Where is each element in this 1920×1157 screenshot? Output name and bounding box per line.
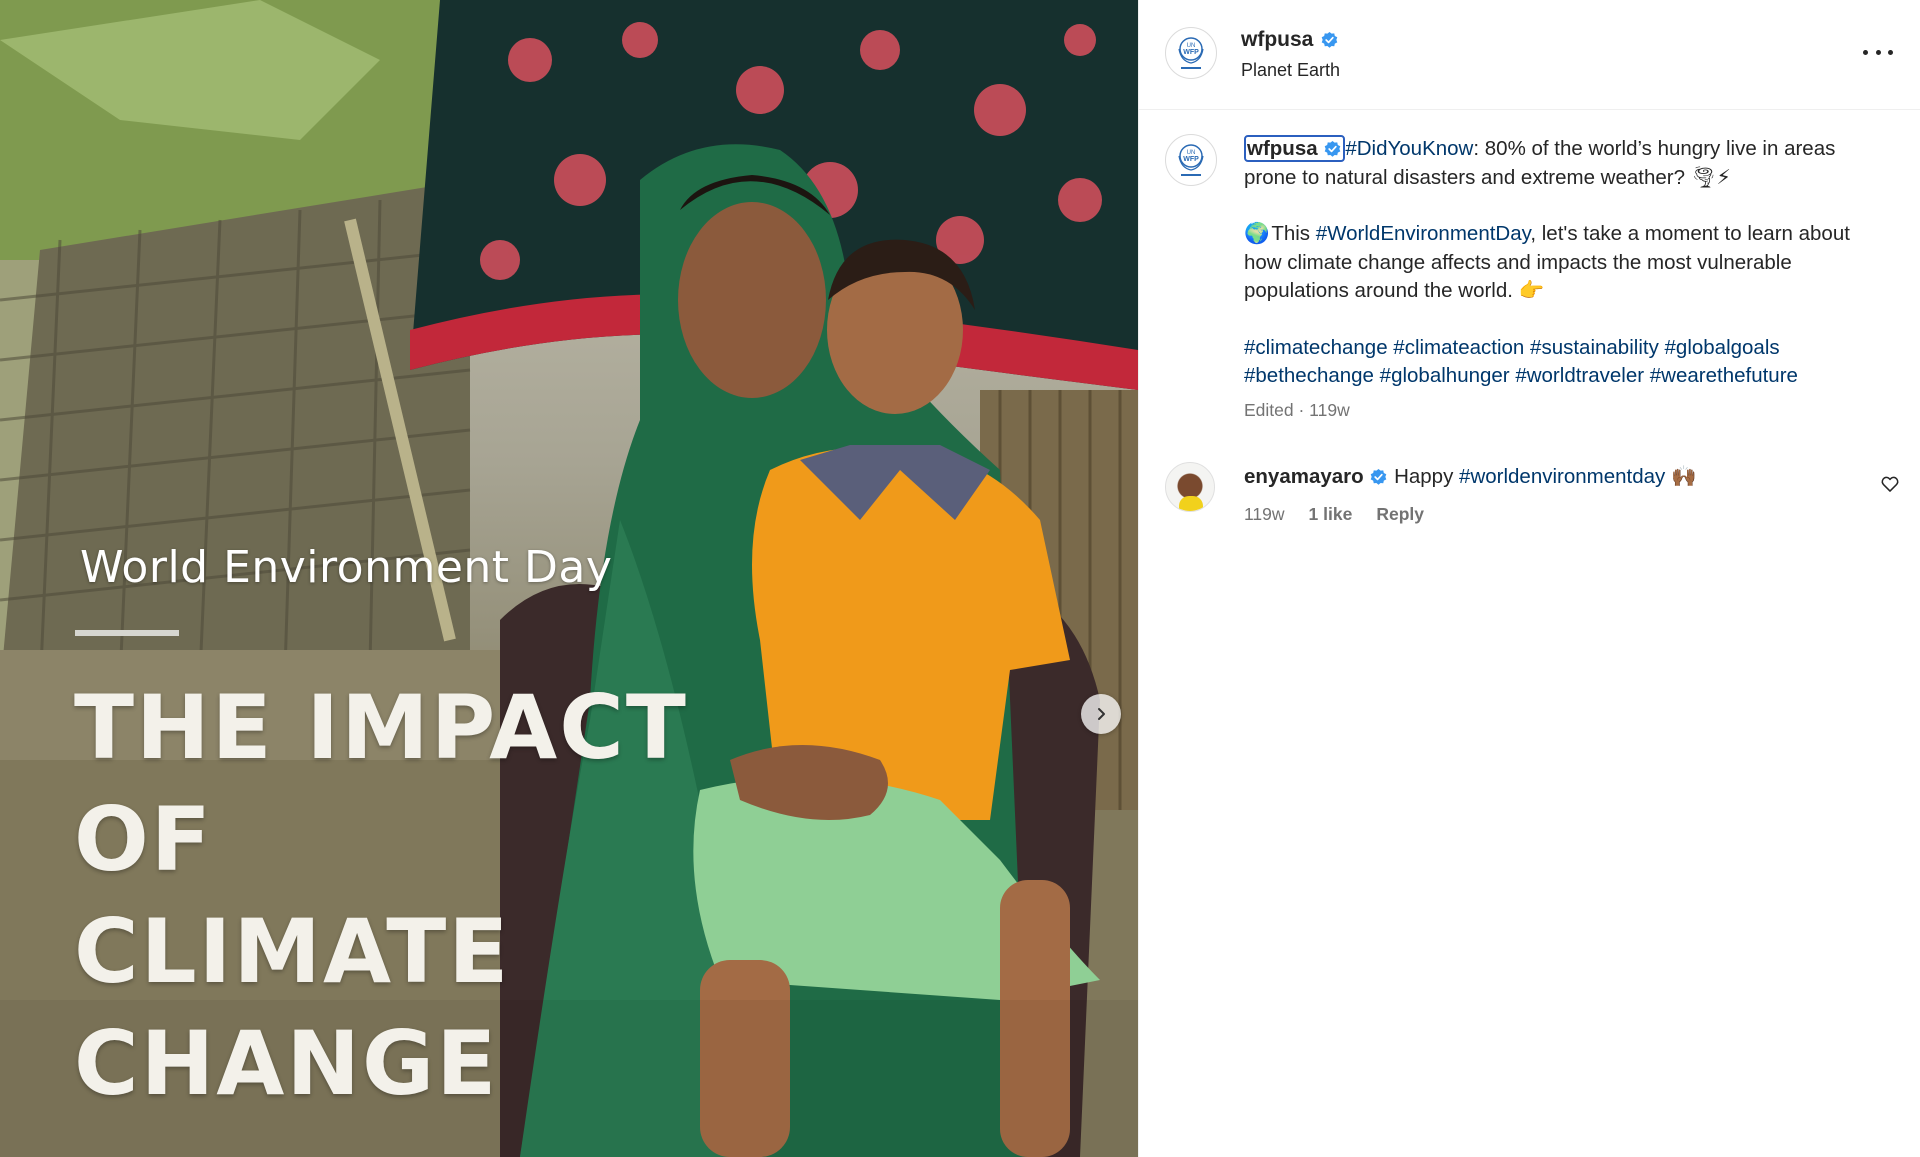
hashtag-link[interactable]: #climateaction	[1393, 336, 1524, 359]
globe-emoji: 🌍	[1244, 222, 1270, 245]
avatar-shirt	[1179, 496, 1203, 511]
wfpusa-avatar[interactable]: UN WFP	[1165, 27, 1217, 79]
hashtag-link[interactable]: #wearethefuture	[1650, 364, 1798, 387]
post-location[interactable]: Planet Earth	[1241, 60, 1340, 81]
chevron-right-icon	[1098, 708, 1105, 720]
hashtag-link[interactable]: #climatechange	[1244, 336, 1388, 359]
hashtag-link[interactable]: #globalhunger	[1380, 364, 1510, 387]
post-sidebar: UN WFP wfpusa Planet Earth UN WFP wfpusa…	[1138, 0, 1920, 1157]
post-caption: wfpusa #DidYouKnow: 80% of the world’s h…	[1244, 135, 1884, 419]
comment-meta: 119w 1 like Reply	[1244, 504, 1424, 525]
verified-badge-icon	[1325, 141, 1341, 157]
comment-likes[interactable]: 1 like	[1309, 504, 1353, 525]
post-image[interactable]: World Environment Day THE IMPACT OF CLIM…	[0, 0, 1138, 1157]
verified-badge-icon	[1371, 469, 1387, 485]
comment-text-word: Happy	[1394, 465, 1454, 488]
caption-paragraph-2: 🌍 This #WorldEnvironmentDay, let's take …	[1244, 220, 1884, 306]
caption-meta: Edited · 119w	[1244, 400, 1350, 420]
heart-outline-icon[interactable]	[1880, 474, 1900, 494]
caption-username-text[interactable]: wfpusa	[1247, 137, 1318, 160]
pointing-emoji: 👉	[1518, 279, 1545, 302]
more-horizontal-icon	[1863, 49, 1868, 55]
commenter-avatar[interactable]	[1165, 462, 1215, 512]
tornado-emoji: 🌪	[1690, 165, 1717, 189]
lightning-emoji: ⚡	[1716, 165, 1731, 189]
hashtag-link[interactable]: #globalgoals	[1665, 336, 1780, 359]
hashtag-link[interactable]: #bethechange	[1244, 364, 1374, 387]
hashtag-link[interactable]: #sustainability	[1530, 336, 1659, 359]
raised-hands-emoji: 🙌🏾	[1671, 465, 1697, 488]
caption-avatar[interactable]: UN WFP	[1165, 134, 1217, 186]
comment-time[interactable]: 119w	[1244, 504, 1285, 525]
hashtag-didyouknow[interactable]: #DidYouKnow	[1345, 137, 1473, 160]
post-author[interactable]: wfpusa	[1241, 28, 1339, 52]
hashtag-link[interactable]: #worldtraveler	[1515, 364, 1644, 387]
overlay-title-line1: THE IMPACT OF	[74, 676, 688, 891]
comment-body: enyamayaro Happy #worldenvironmentday 🙌🏾	[1244, 463, 1804, 491]
next-slide-button[interactable]	[1081, 694, 1121, 734]
wfp-logo-icon: UN WFP	[1178, 37, 1204, 69]
overlay-title: THE IMPACT OF CLIMATE CHANGE	[74, 672, 774, 1120]
caption-paragraph-1: wfpusa #DidYouKnow: 80% of the world’s h…	[1244, 135, 1884, 192]
caption-username[interactable]: wfpusa	[1244, 135, 1346, 162]
hashtag-worldenvironmentday[interactable]: #WorldEnvironmentDay	[1316, 222, 1531, 245]
comment-hashtag[interactable]: #worldenvironmentday	[1459, 465, 1665, 488]
reply-button[interactable]: Reply	[1376, 504, 1424, 525]
wfp-logo-wfp-text: WFP	[1183, 156, 1199, 163]
post-author-username[interactable]: wfpusa	[1241, 28, 1313, 52]
overlay-subtitle: World Environment Day	[80, 542, 613, 593]
wfp-logo-wfp-text: WFP	[1183, 49, 1199, 56]
more-dot	[1875, 49, 1881, 55]
verified-badge-icon	[1322, 31, 1338, 48]
more-options-button[interactable]	[1863, 42, 1893, 62]
commenter-username[interactable]: enyamayaro	[1244, 465, 1364, 488]
more-dot	[1888, 49, 1893, 55]
wfp-logo-icon: UN WFP	[1178, 144, 1204, 176]
overlay-divider	[75, 630, 179, 636]
overlay-title-line2: CLIMATE CHANGE	[74, 900, 511, 1115]
caption-hashtags: #climatechange #climateaction #sustainab…	[1244, 334, 1884, 391]
post-header: UN WFP wfpusa Planet Earth	[1139, 0, 1920, 110]
caption-this-word: This	[1271, 222, 1311, 245]
